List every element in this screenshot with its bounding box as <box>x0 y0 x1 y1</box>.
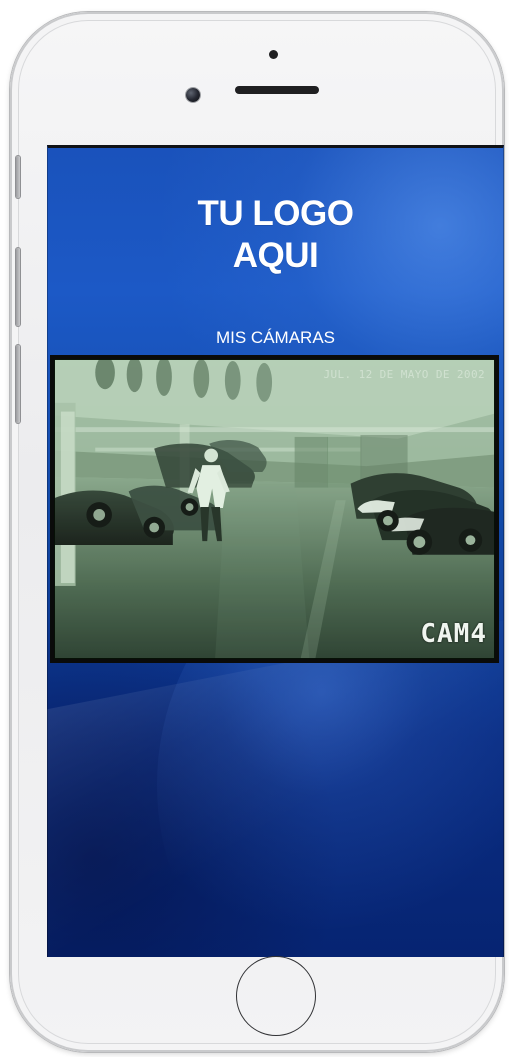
home-button[interactable] <box>236 956 316 1036</box>
front-camera-icon <box>186 88 200 102</box>
camera-timestamp: JUL. 12 DE MAYO DE 2002 <box>323 368 485 381</box>
cameras-section-label: MIS CÁMARAS <box>215 328 336 347</box>
logo-title-line-2: AQUI <box>232 236 319 275</box>
app-screen: TU LOGO AQUI MIS CÁMARAS JUL. 12 DE MAYO… <box>47 145 504 957</box>
camera-label: CAM4 <box>420 619 487 649</box>
phone-frame: TU LOGO AQUI MIS CÁMARAS JUL. 12 DE MAYO… <box>10 12 504 1052</box>
volume-down-button <box>16 345 20 423</box>
speaker-icon <box>235 86 319 94</box>
mute-switch <box>16 156 20 198</box>
logo-placeholder: TU LOGO AQUI <box>47 193 504 277</box>
sensor-dot-icon <box>269 50 278 59</box>
logo-title-line-1: TU LOGO <box>197 194 354 233</box>
camera-feed-card[interactable]: JUL. 12 DE MAYO DE 2002 CAM4 <box>50 355 499 663</box>
camera-feed-image <box>54 359 495 659</box>
volume-up-button <box>16 248 20 326</box>
